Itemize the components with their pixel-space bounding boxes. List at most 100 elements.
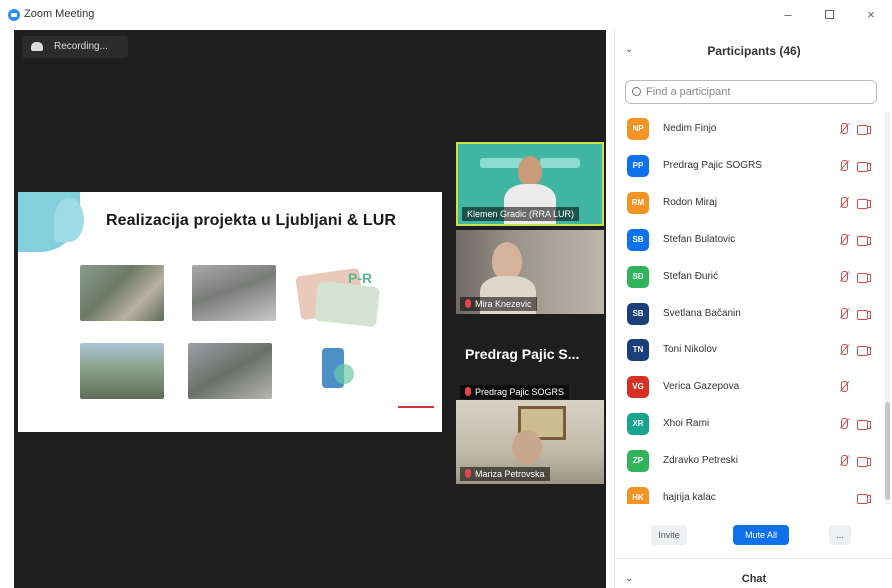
maximize-button[interactable] <box>818 5 840 25</box>
shared-screen-slide: Realizacija projekta u Ljubljani & LUR P… <box>18 192 442 432</box>
mic-muted-icon <box>837 455 851 467</box>
video-off-icon <box>857 272 871 283</box>
search-input[interactable] <box>646 84 872 100</box>
thumbnail-name: Mira Knezevic <box>475 299 532 309</box>
avatar: PP <box>627 154 649 177</box>
thumbnail-name-tag: Mariza Petrovska <box>460 467 550 481</box>
mic-muted-icon <box>837 233 851 246</box>
more-options-button[interactable]: ... <box>829 525 851 545</box>
video-off-icon <box>857 235 871 246</box>
mic-muted-icon <box>837 159 851 172</box>
participant-row[interactable]: SD Stefan Đurić <box>615 260 883 297</box>
slide-photo <box>80 265 164 321</box>
slide-photo <box>192 265 276 321</box>
participant-row[interactable]: TN Toni Nikolov <box>615 333 883 370</box>
slide-accent-bar <box>398 406 434 408</box>
mic-muted-icon <box>837 307 851 320</box>
participant-row[interactable]: SB Stefan Bulatovic <box>615 223 883 260</box>
recording-label: Recording... <box>54 41 108 52</box>
video-thumbnail[interactable]: Klemen Gradic (RRA LUR) <box>456 142 604 226</box>
participant-list: NP Nedim Finjo PP Predrag Pajic SOGRS RM Rodo… <box>615 112 883 504</box>
avatar: HK <box>627 487 649 504</box>
video-thumbnail[interactable]: Mira Knezevic <box>456 230 604 314</box>
video-off-icon <box>857 309 871 320</box>
search-icon <box>632 87 641 96</box>
participant-name: Stefan Đurić <box>663 270 719 282</box>
participant-name: hajrija kalac <box>663 492 716 503</box>
slide-photo <box>188 343 272 399</box>
participant-name: Rodon Miraj <box>663 196 717 208</box>
participant-row[interactable]: ZP Zdravko Petreski <box>615 444 883 481</box>
background-logo <box>540 158 580 168</box>
thumbnail-name: Predrag Pajic SOGRS <box>475 387 565 397</box>
avatar: NP <box>627 118 649 140</box>
minimize-button[interactable]: – <box>777 5 799 25</box>
mic-muted-icon <box>837 123 851 135</box>
window-title: Zoom Meeting <box>24 8 95 20</box>
thumbnail-name-tag: Mira Knezevic <box>460 297 537 311</box>
cloud-icon <box>31 42 43 51</box>
participant-search[interactable] <box>625 80 877 104</box>
participants-header: ⌄ Participants (46) <box>615 30 892 70</box>
participant-row[interactable]: SB Svetlana Bačanin <box>615 297 883 334</box>
mute-all-button[interactable]: Mute All <box>733 525 789 545</box>
thumbnail-name: Klemen Gradic (RRA LUR) <box>462 207 580 221</box>
close-button[interactable]: × <box>860 5 882 25</box>
avatar: SB <box>627 302 649 325</box>
participant-list-scrollbar[interactable] <box>885 112 890 504</box>
zoom-app-icon <box>8 9 20 21</box>
participant-name: Toni Nikolov <box>663 344 717 356</box>
invite-button[interactable]: Invite <box>651 525 687 545</box>
participant-name: Stefan Bulatovic <box>663 233 736 245</box>
video-off-icon <box>857 198 871 209</box>
slide-decoration <box>54 198 84 242</box>
slide-photo <box>80 343 164 399</box>
participant-row[interactable]: HK hajrija kalac <box>615 481 883 504</box>
chat-title: Chat <box>741 573 767 585</box>
participant-video <box>518 156 542 186</box>
video-thumbnail[interactable]: Predrag Pajic S... Predrag Pajic SOGRS <box>456 318 604 402</box>
participant-row[interactable]: XR Xhoi Rami <box>615 407 883 444</box>
participant-name-display: Predrag Pajic S... <box>465 346 580 362</box>
slide-title: Realizacija projekta u Ljubljani & LUR <box>106 212 397 229</box>
recording-indicator[interactable]: Recording... <box>22 36 128 58</box>
avatar: ZP <box>627 450 649 473</box>
avatar: SD <box>627 265 649 288</box>
video-thumbnail[interactable]: Mariza Petrovska <box>456 400 604 484</box>
thumbnail-name-tag: Predrag Pajic SOGRS <box>460 385 570 399</box>
title-bar: Zoom Meeting – × <box>0 0 892 30</box>
scrollbar-thumb[interactable] <box>885 402 890 500</box>
participants-title: Participants (46) <box>707 44 801 58</box>
mic-muted-icon <box>837 418 851 430</box>
mic-muted-icon <box>465 469 471 478</box>
video-off-icon <box>857 456 871 468</box>
phone-graphic <box>334 364 354 384</box>
mic-muted-icon <box>837 344 851 356</box>
slide-pr-logo: P-R <box>348 270 373 286</box>
participant-name: Predrag Pajic SOGRS <box>663 159 762 171</box>
participant-name: Zdravko Petreski <box>663 455 739 467</box>
mic-muted-icon <box>837 196 851 209</box>
participant-video <box>492 242 522 280</box>
participant-name: Verica Gazepova <box>663 381 740 393</box>
participant-name: Xhoi Rami <box>663 418 710 430</box>
slide-card-graphic <box>314 280 380 328</box>
video-off-icon <box>857 161 871 172</box>
participant-row[interactable]: NP Nedim Finjo <box>615 112 883 149</box>
participants-panel: ⌄ Participants (46) NP Nedim Finjo PP Predr… <box>614 30 892 588</box>
video-off-icon <box>857 345 871 357</box>
avatar: XR <box>627 413 649 436</box>
avatar: SB <box>627 228 649 251</box>
participants-actions: Invite Mute All ... <box>615 520 892 550</box>
participant-row[interactable]: VG Verica Gazepova <box>615 370 883 407</box>
thumbnail-name: Mariza Petrovska <box>475 469 545 479</box>
video-off-icon <box>857 419 871 431</box>
participant-row[interactable]: PP Predrag Pajic SOGRS <box>615 149 883 186</box>
participant-row[interactable]: RM Rodon Miraj <box>615 186 883 223</box>
avatar: TN <box>627 339 649 362</box>
participant-video <box>512 430 542 464</box>
avatar: RM <box>627 191 649 214</box>
participant-name: Nedim Finjo <box>663 123 717 134</box>
mic-muted-icon <box>837 381 851 393</box>
video-off-icon <box>857 493 871 504</box>
